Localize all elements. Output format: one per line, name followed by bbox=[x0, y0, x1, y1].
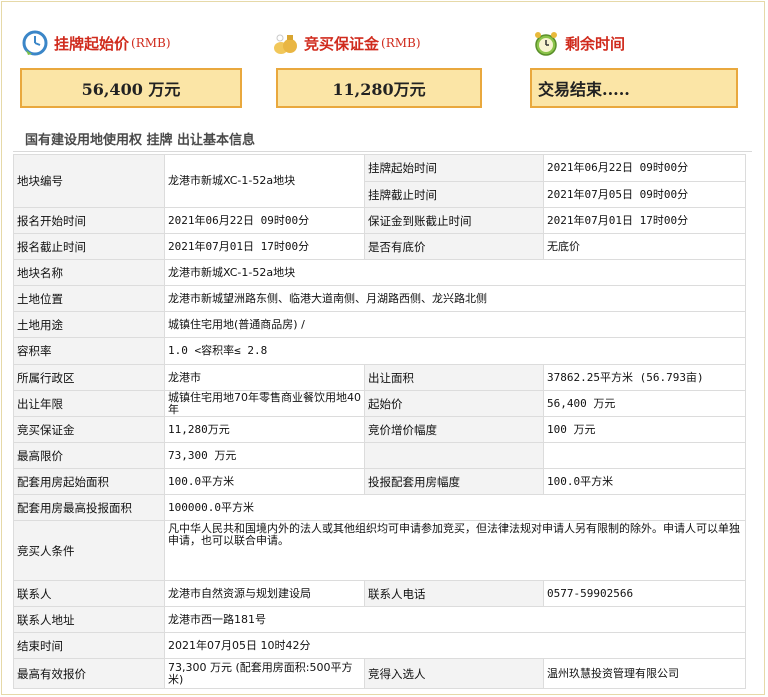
start-price-label: 挂牌起始价 bbox=[54, 34, 130, 53]
housing-start-label: 配套用房起始面积 bbox=[13, 468, 165, 495]
max-price-value: 73,300 万元 bbox=[164, 442, 365, 469]
table-row: 最高限价 73,300 万元 bbox=[13, 442, 746, 469]
address-value: 龙港市西一路181号 bbox=[164, 606, 746, 633]
parcel-name-label: 地块名称 bbox=[13, 259, 165, 286]
reg-end-label: 报名截止时间 bbox=[13, 233, 165, 260]
table-row: 容积率 1.0 <容积率≤ 2.8 bbox=[13, 337, 746, 365]
best-bid-value: 73,300 万元 (配套用房面积:500平方米) bbox=[164, 658, 365, 689]
parcel-name-value: 龙港市新城XC-1-52a地块 bbox=[164, 259, 746, 286]
list-start-label: 挂牌起始时间 bbox=[364, 154, 544, 182]
remaining-box: 交易结束..... bbox=[530, 68, 738, 108]
table-row: 联系人地址 龙港市西一路181号 bbox=[13, 606, 746, 633]
winner-label: 竞得入选人 bbox=[364, 658, 544, 689]
address-label: 联系人地址 bbox=[13, 606, 165, 633]
empty-cell bbox=[364, 442, 544, 469]
table-row: 报名截止时间 2021年07月01日 17时00分 是否有底价 无底价 bbox=[13, 233, 746, 260]
housing-step-label: 投报配套用房幅度 bbox=[364, 468, 544, 495]
max-price-label: 最高限价 bbox=[13, 442, 165, 469]
housing-max-value: 100000.0平方米 bbox=[164, 494, 746, 521]
phone-value: 0577-59902566 bbox=[543, 580, 746, 607]
list-start-value: 2021年06月22日 09时00分 bbox=[543, 154, 746, 182]
location-label: 土地位置 bbox=[13, 285, 165, 312]
alarm-clock-icon bbox=[535, 32, 557, 56]
table-row: 配套用房起始面积 100.0平方米 投报配套用房幅度 100.0平方米 bbox=[13, 468, 746, 495]
table-row: 土地位置 龙港市新城望洲路东侧、临港大道南侧、月湖路西侧、龙兴路北侧 bbox=[13, 285, 746, 312]
clock-icon bbox=[22, 30, 48, 56]
deposit-deadline-value: 2021年07月01日 17时00分 bbox=[543, 207, 746, 234]
location-value: 龙港市新城望洲路东侧、临港大道南侧、月湖路西侧、龙兴路北侧 bbox=[164, 285, 746, 312]
end-time-value: 2021年07月05日 10时42分 bbox=[164, 632, 746, 659]
start-price-value: 56,400 万元 bbox=[81, 80, 181, 99]
deposit-deadline-label: 保证金到账截止时间 bbox=[364, 207, 544, 234]
start-price-box: 56,400 万元 bbox=[20, 68, 242, 108]
list-end-label: 挂牌截止时间 bbox=[364, 181, 544, 208]
deposit-box: 11,280万元 bbox=[276, 68, 482, 108]
best-bid-label: 最高有效报价 bbox=[13, 658, 165, 689]
deposit-header: 竞买保证金 (RMB) bbox=[272, 28, 421, 58]
divider bbox=[13, 151, 752, 152]
housing-max-label: 配套用房最高投报面积 bbox=[13, 494, 165, 521]
bid-deposit-label: 竞买保证金 bbox=[13, 416, 165, 443]
deposit-value: 11,280万元 bbox=[332, 80, 426, 99]
conditions-value: 凡中华人民共和国境内外的法人或其他组织均可申请参加竞买，但法律法规对申请人另有限… bbox=[164, 520, 746, 581]
remaining-header: 剩余时间 bbox=[533, 28, 625, 58]
winner-value: 温州玖慧投资管理有限公司 bbox=[543, 658, 746, 689]
conditions-label: 竞买人条件 bbox=[13, 520, 165, 581]
table-row: 报名开始时间 2021年06月22日 09时00分 保证金到账截止时间 2021… bbox=[13, 207, 746, 234]
table-row: 地块编号 龙港市新城XC-1-52a地块 挂牌起始时间 2021年06月22日 … bbox=[13, 154, 746, 208]
deposit-label: 竞买保证金 bbox=[304, 34, 380, 53]
table-row: 结束时间 2021年07月05日 10时42分 bbox=[13, 632, 746, 659]
reserve-value: 无底价 bbox=[543, 233, 746, 260]
reg-end-value: 2021年07月01日 17时00分 bbox=[164, 233, 365, 260]
housing-start-value: 100.0平方米 bbox=[164, 468, 365, 495]
table-row: 联系人 龙港市自然资源与规划建设局 联系人电话 0577-59902566 bbox=[13, 580, 746, 607]
use-label: 土地用途 bbox=[13, 311, 165, 338]
increment-label: 竞价增价幅度 bbox=[364, 416, 544, 443]
table-row: 土地用途 城镇住宅用地(普通商品房) / bbox=[13, 311, 746, 338]
start-price-row-label: 起始价 bbox=[364, 390, 544, 417]
table-row: 出让年限 城镇住宅用地70年零售商业餐饮用地40年 起始价 56,400 万元 bbox=[13, 390, 746, 417]
table-row: 配套用房最高投报面积 100000.0平方米 bbox=[13, 494, 746, 521]
parcel-no-label: 地块编号 bbox=[13, 154, 165, 208]
increment-value: 100 万元 bbox=[543, 416, 746, 443]
table-row: 所属行政区 龙港市 出让面积 37862.25平方米 (56.793亩) bbox=[13, 364, 746, 391]
section-title: 国有建设用地使用权 挂牌 出让基本信息 bbox=[25, 133, 256, 148]
reserve-label: 是否有底价 bbox=[364, 233, 544, 260]
district-label: 所属行政区 bbox=[13, 364, 165, 391]
area-value: 37862.25平方米 (56.793亩) bbox=[543, 364, 746, 391]
start-price-unit: (RMB) bbox=[131, 36, 171, 50]
term-value: 城镇住宅用地70年零售商业餐饮用地40年 bbox=[164, 390, 365, 417]
contact-label: 联系人 bbox=[13, 580, 165, 607]
table-row: 竞买保证金 11,280万元 竞价增价幅度 100 万元 bbox=[13, 416, 746, 443]
far-label: 容积率 bbox=[13, 337, 165, 365]
use-value: 城镇住宅用地(普通商品房) / bbox=[164, 311, 746, 338]
listing-info-table: 地块编号 龙港市新城XC-1-52a地块 挂牌起始时间 2021年06月22日 … bbox=[13, 154, 746, 689]
deposit-unit: (RMB) bbox=[381, 36, 421, 50]
money-bag-icon bbox=[274, 34, 297, 54]
parcel-no-value: 龙港市新城XC-1-52a地块 bbox=[164, 154, 365, 208]
table-row: 竞买人条件 凡中华人民共和国境内外的法人或其他组织均可申请参加竞买，但法律法规对… bbox=[13, 520, 746, 581]
district-value: 龙港市 bbox=[164, 364, 365, 391]
reg-start-value: 2021年06月22日 09时00分 bbox=[164, 207, 365, 234]
area-label: 出让面积 bbox=[364, 364, 544, 391]
far-value: 1.0 <容积率≤ 2.8 bbox=[164, 337, 746, 365]
table-row: 地块名称 龙港市新城XC-1-52a地块 bbox=[13, 259, 746, 286]
remaining-value: 交易结束..... bbox=[538, 80, 630, 99]
table-row: 最高有效报价 73,300 万元 (配套用房面积:500平方米) 竞得入选人 温… bbox=[13, 658, 746, 689]
housing-step-value: 100.0平方米 bbox=[543, 468, 746, 495]
phone-label: 联系人电话 bbox=[364, 580, 544, 607]
list-end-value: 2021年07月05日 09时00分 bbox=[543, 181, 746, 208]
empty-cell bbox=[543, 442, 746, 469]
start-price-row-value: 56,400 万元 bbox=[543, 390, 746, 417]
contact-value: 龙港市自然资源与规划建设局 bbox=[164, 580, 365, 607]
end-time-label: 结束时间 bbox=[13, 632, 165, 659]
remaining-label: 剩余时间 bbox=[565, 34, 626, 53]
bid-deposit-value: 11,280万元 bbox=[164, 416, 365, 443]
reg-start-label: 报名开始时间 bbox=[13, 207, 165, 234]
term-label: 出让年限 bbox=[13, 390, 165, 417]
start-price-header: 挂牌起始价 (RMB) bbox=[22, 28, 171, 58]
